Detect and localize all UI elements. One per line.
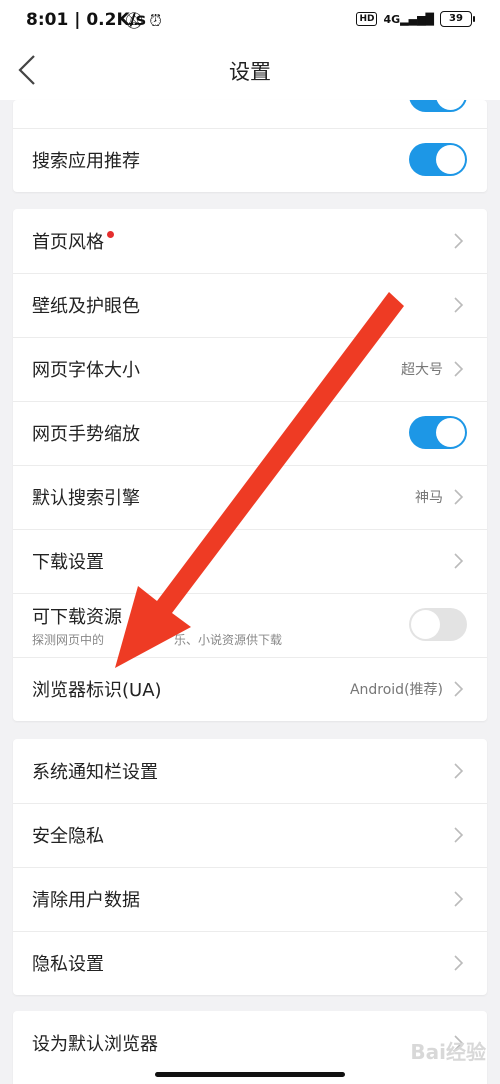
- red-dot-badge: [107, 231, 114, 238]
- settings-row-user-agent[interactable]: 浏览器标识(UA) Android(推荐): [13, 657, 487, 721]
- settings-row-gesture-zoom[interactable]: 网页手势缩放: [13, 401, 487, 466]
- chevron-right-icon: [454, 955, 464, 971]
- nav-bar: 设置: [0, 42, 500, 100]
- row-label: 首页风格: [32, 232, 104, 253]
- settings-row-font-size[interactable]: 网页字体大小 超大号: [13, 337, 487, 402]
- row-label: 系统通知栏设置: [32, 762, 158, 783]
- settings-card-1: ━━━━━━━━ 搜索应用推荐: [13, 100, 487, 192]
- settings-card-2: 首页风格 壁纸及护眼色 网页字体大小 超大号 网页手势缩放 默认搜索引擎 神马 …: [13, 209, 487, 721]
- settings-row-privacy[interactable]: 隐私设置: [13, 931, 487, 995]
- status-icons: 🔕︎ ⏰︎: [124, 11, 162, 31]
- chevron-right-icon: [454, 553, 464, 569]
- hd-icon: HD: [356, 12, 378, 26]
- chevron-right-icon: [454, 489, 464, 505]
- alarm-icon: ⏰︎: [149, 11, 162, 30]
- row-value: 超大号: [401, 362, 443, 378]
- settings-row-wallpaper[interactable]: 壁纸及护眼色: [13, 273, 487, 338]
- settings-card-3: 系统通知栏设置 安全隐私 清除用户数据 隐私设置: [13, 739, 487, 995]
- chevron-right-icon: [454, 891, 464, 907]
- status-right: HD 4G▂▄▆█ 39: [356, 11, 475, 27]
- row-label: 网页字体大小: [32, 360, 140, 381]
- row-label: 隐私设置: [32, 954, 104, 975]
- status-bar: 8:01 | 0.2K/s 🔕︎ ⏰︎ HD 4G▂▄▆█ 39: [0, 0, 500, 42]
- settings-row[interactable]: 搜索应用推荐: [13, 128, 487, 192]
- battery-icon: 39: [440, 11, 475, 27]
- row-label: 设为默认浏览器: [32, 1034, 158, 1055]
- chevron-right-icon: [454, 827, 464, 843]
- page-title: 设置: [229, 60, 271, 84]
- row-label: 浏览器标识(UA): [32, 680, 162, 701]
- settings-row-security[interactable]: 安全隐私: [13, 803, 487, 868]
- chevron-right-icon: [454, 297, 464, 313]
- chevron-right-icon: [454, 233, 464, 249]
- row-value: Android(推荐): [349, 682, 443, 698]
- row-label: 默认搜索引擎: [32, 488, 140, 509]
- row-value: 神马: [415, 490, 443, 506]
- settings-row-clear-data[interactable]: 清除用户数据: [13, 867, 487, 932]
- toggle-switch[interactable]: [409, 100, 467, 112]
- row-label: 网页手势缩放: [32, 424, 140, 445]
- chevron-right-icon: [454, 681, 464, 697]
- row-label: 可下载资源: [32, 607, 122, 628]
- toggle-switch[interactable]: [409, 416, 467, 449]
- chevron-right-icon: [454, 361, 464, 377]
- settings-row-notification[interactable]: 系统通知栏设置: [13, 739, 487, 804]
- home-indicator[interactable]: [155, 1072, 345, 1077]
- signal-icon: 4G▂▄▆█: [383, 12, 434, 26]
- toggle-switch[interactable]: [409, 143, 467, 176]
- settings-row-search-engine[interactable]: 默认搜索引擎 神马: [13, 465, 487, 530]
- settings-row-partial[interactable]: ━━━━━━━━: [13, 100, 487, 129]
- row-label: 下载设置: [32, 552, 104, 573]
- row-label: 壁纸及护眼色: [32, 296, 140, 317]
- toggle-switch[interactable]: [409, 608, 467, 641]
- watermark: Bai经验: [410, 1040, 486, 1064]
- mute-icon: 🔕︎: [124, 11, 145, 30]
- row-label-partial: ━━━━━━━━: [32, 100, 119, 104]
- settings-row-download[interactable]: 下载设置: [13, 529, 487, 594]
- settings-row-homepage-style[interactable]: 首页风格: [13, 209, 487, 274]
- row-label: 清除用户数据: [32, 890, 140, 911]
- row-label: 搜索应用推荐: [32, 151, 140, 172]
- row-label: 安全隐私: [32, 826, 104, 847]
- chevron-right-icon: [454, 763, 464, 779]
- row-sublabel: 探测网页中的 乐、小说资源供下载: [32, 633, 283, 647]
- settings-row-downloadable-resources[interactable]: 可下载资源 探测网页中的 乐、小说资源供下载: [13, 593, 487, 658]
